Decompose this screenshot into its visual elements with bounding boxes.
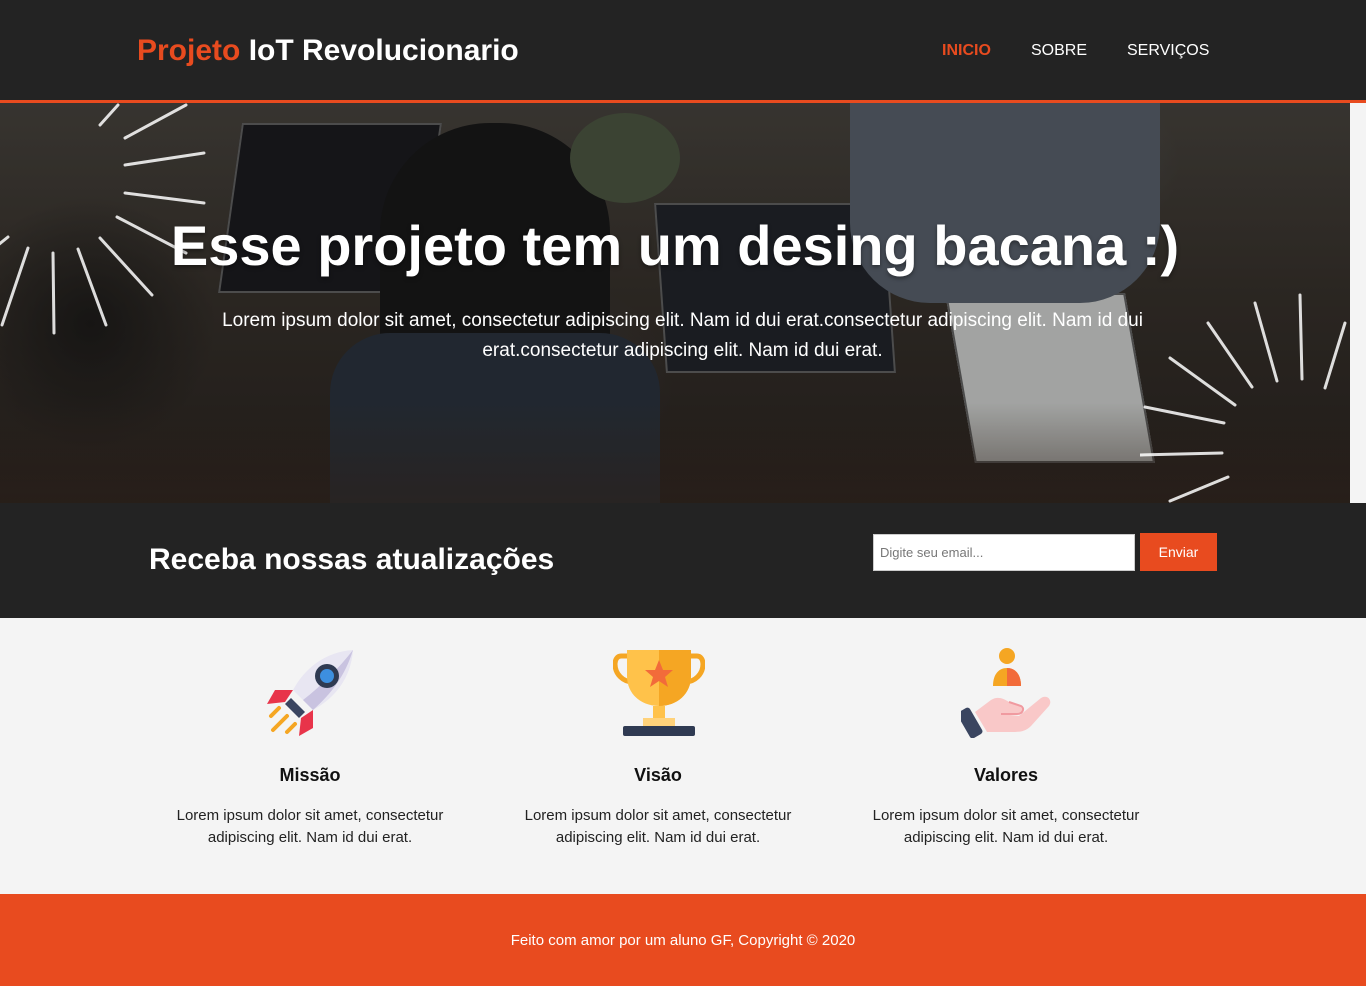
site-header: Projeto IoT Revolucionario INICIO SOBRE … bbox=[0, 0, 1366, 103]
hero-description: Lorem ipsum dolor sit amet, consectetur … bbox=[222, 310, 1143, 361]
feature-text: Lorem ipsum dolor sit amet, consectetur … bbox=[524, 807, 792, 846]
feature-title: Visão bbox=[634, 765, 682, 785]
nav-item-servicos[interactable]: SERVIÇOS bbox=[1127, 42, 1209, 60]
trophy-icon bbox=[613, 650, 705, 736]
send-button[interactable]: Enviar bbox=[1140, 533, 1217, 571]
nav-item-inicio[interactable]: INICIO bbox=[942, 42, 991, 60]
feature-text: Lorem ipsum dolor sit amet, consectetur … bbox=[176, 807, 444, 846]
hero-title: Esse projeto tem um desing bacana :) bbox=[170, 214, 1180, 277]
features-section: Missão Lorem ipsum dolor sit amet, conse… bbox=[0, 618, 1366, 894]
site-footer: Feito com amor por um aluno GF, Copyrigh… bbox=[0, 894, 1366, 986]
rocket-icon bbox=[267, 650, 353, 736]
feature-title: Missão bbox=[279, 765, 341, 785]
footer-copyright: Feito com amor por um aluno GF, Copyrigh… bbox=[510, 932, 856, 949]
email-input[interactable] bbox=[873, 534, 1135, 571]
main-nav: INICIO SOBRE SERVIÇOS bbox=[0, 42, 1366, 62]
hero-banner: Esse projeto tem um desing bacana :) Lor… bbox=[0, 103, 1350, 503]
hand-person-icon bbox=[961, 648, 1051, 738]
page-gutter bbox=[1350, 103, 1366, 503]
nav-item-sobre[interactable]: SOBRE bbox=[1031, 42, 1087, 60]
feature-text: Lorem ipsum dolor sit amet, consectetur … bbox=[872, 807, 1140, 846]
newsletter-section: Receba nossas atualizações Enviar bbox=[0, 503, 1366, 618]
feature-title: Valores bbox=[973, 765, 1039, 785]
newsletter-title: Receba nossas atualizações bbox=[149, 543, 555, 576]
